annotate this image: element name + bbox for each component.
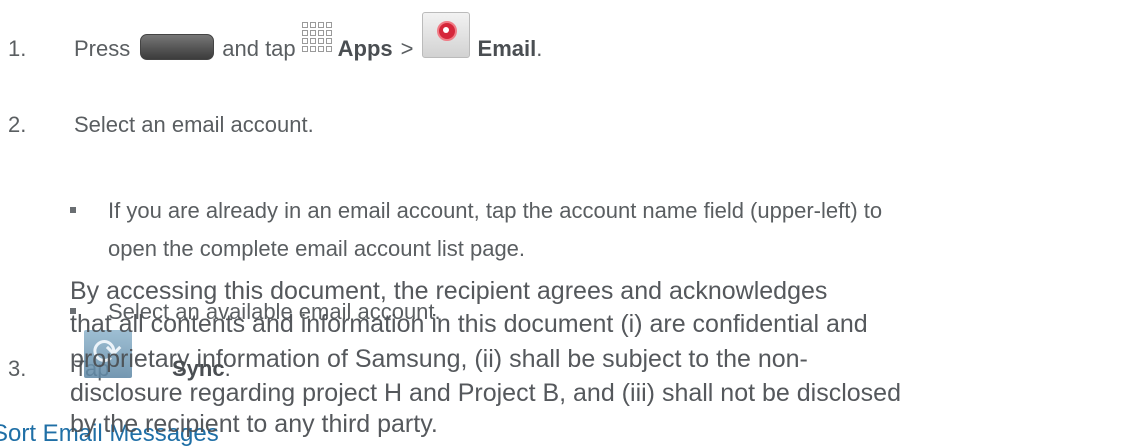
email-app-icon (421, 12, 470, 58)
step-2: 2. Select an email account. (8, 112, 314, 138)
step-1-middle: and tap (222, 36, 296, 61)
step-number: 1. (8, 36, 27, 61)
step-1-end: . (536, 36, 543, 61)
watermark-line: that all contents and information in thi… (70, 310, 868, 338)
bullet-1-line-2: open the complete email account list pag… (108, 236, 526, 261)
step-1: 1. Press and tap Apps > Email. (8, 12, 543, 62)
step-1-separator: > (400, 36, 414, 61)
bullet-1-line-1: If you are already in an email account, … (108, 198, 883, 223)
watermark-line: By accessing this document, the recipien… (70, 277, 828, 305)
step-1-prefix: Press (74, 36, 131, 61)
home-button-icon (140, 34, 215, 60)
watermark-line: proprietary information of Samsung, (ii)… (70, 345, 808, 373)
apps-grid-icon (301, 22, 332, 52)
step-2-text: Select an email account. (74, 112, 314, 137)
watermark-line: by the recipient to any third party. (70, 410, 438, 438)
step-number: 2. (8, 112, 27, 137)
watermark-line: disclosure regarding project H and Proje… (70, 379, 901, 407)
bullet-marker (70, 207, 76, 213)
apps-label: Apps (337, 36, 393, 61)
email-label: Email (477, 36, 537, 61)
step-number: 3. (8, 356, 27, 381)
